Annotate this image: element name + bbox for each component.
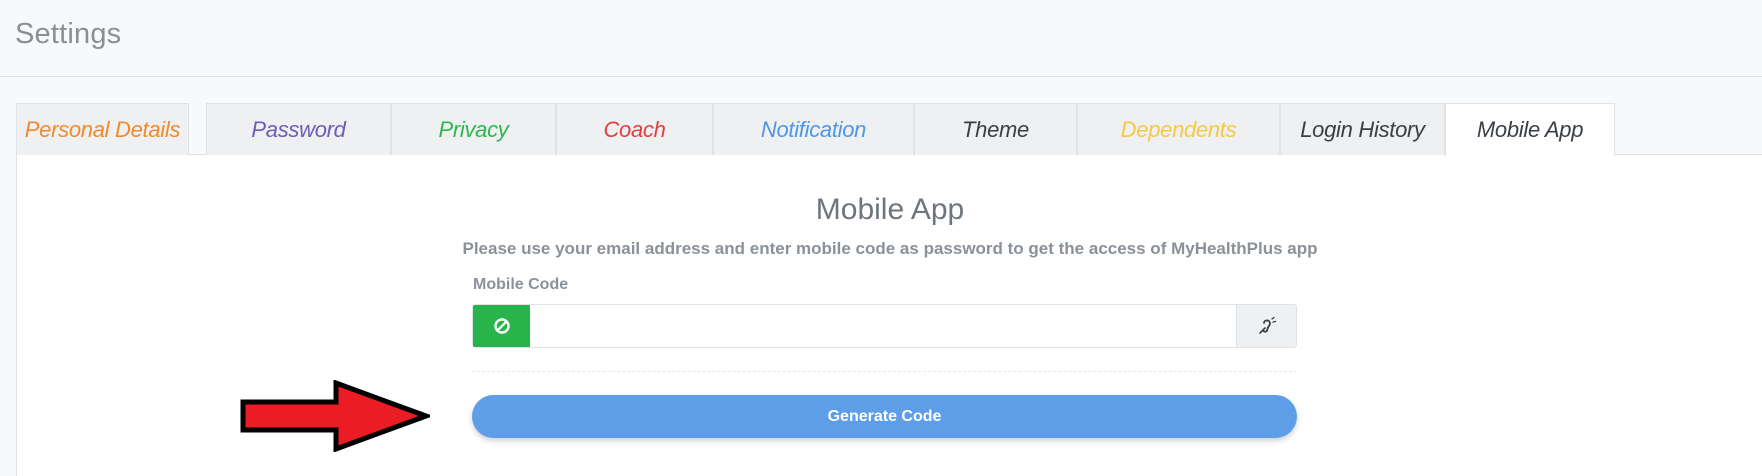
generate-code-button[interactable]: Generate Code (472, 395, 1297, 438)
tab-label: Dependents (1120, 116, 1237, 142)
tab-coach[interactable]: Coach (556, 103, 713, 155)
tab-label: Mobile App (1476, 117, 1584, 142)
section-description: Please use your email address and enter … (462, 239, 1318, 258)
settings-tabs: Personal Details Password Privacy Coach … (16, 103, 1762, 156)
section-title: Mobile App (815, 193, 965, 226)
tab-personal-details[interactable]: Personal Details (16, 103, 189, 155)
mobile-code-label: Mobile Code (473, 276, 569, 293)
tab-notification[interactable]: Notification (713, 103, 914, 155)
tab-theme[interactable]: Theme (914, 103, 1077, 155)
page-title: Settings (15, 18, 122, 50)
tab-label: Password (251, 116, 346, 142)
tab-label: Privacy (438, 116, 509, 142)
tab-login-history[interactable]: Login History (1280, 103, 1445, 155)
hearing-assist-icon[interactable] (1236, 305, 1296, 347)
tab-label: Notification (760, 116, 867, 142)
red-arrow-icon (240, 380, 430, 452)
tab-label: Login History (1300, 116, 1425, 142)
tab-label: Theme (962, 116, 1029, 142)
tab-mobile-app[interactable]: Mobile App (1445, 103, 1615, 156)
tab-password[interactable]: Password (206, 103, 391, 155)
tab-privacy[interactable]: Privacy (391, 103, 556, 155)
ban-icon (473, 305, 530, 347)
tab-label: Coach (603, 116, 666, 142)
form-divider (472, 371, 1297, 372)
tab-label: Personal Details (24, 116, 181, 142)
mobile-code-input-group (472, 304, 1297, 348)
mobile-code-field[interactable] (530, 305, 1236, 347)
page-header: Settings (0, 0, 1762, 77)
tab-dependents[interactable]: Dependents (1077, 103, 1280, 155)
